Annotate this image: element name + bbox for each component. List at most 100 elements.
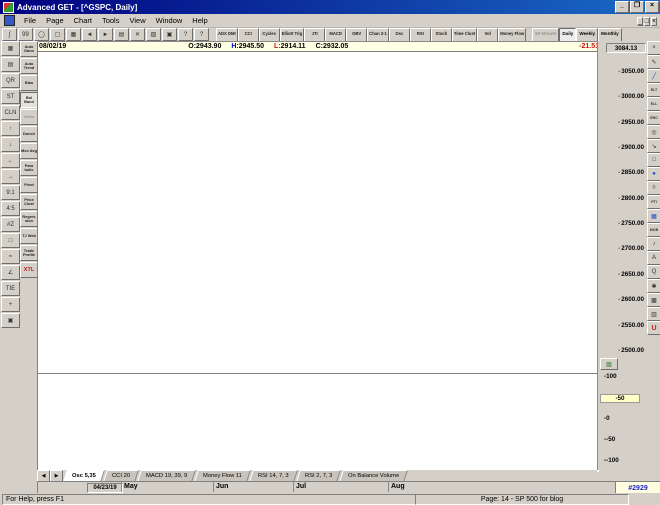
left-study-para-bolic[interactable]: Para bolic — [20, 160, 38, 176]
study-button-rsi[interactable]: RSI — [409, 27, 431, 42]
period-button-monthly[interactable]: Monthly — [598, 27, 622, 42]
left-study-tj-web[interactable]: TJ Web — [20, 228, 38, 244]
left-study-regres-sion[interactable]: Regres sion — [20, 211, 38, 227]
arrow-tool-icon[interactable]: ↘ — [647, 139, 660, 153]
study-button-osc[interactable]: Osc — [388, 27, 410, 42]
left-tool-clear-tool[interactable]: CLN — [1, 105, 20, 120]
mob-ellipse-icon[interactable]: ● — [647, 167, 660, 181]
oscillator-panel[interactable] — [37, 373, 599, 472]
menu-window[interactable]: Window — [151, 16, 188, 25]
left-study-donch[interactable]: Donch — [20, 126, 38, 142]
left-tool-gann-tool[interactable]: ∠ — [1, 265, 20, 280]
study-button-jti[interactable]: JTI — [304, 27, 326, 42]
menu-chart[interactable]: Chart — [69, 16, 97, 25]
mob-button[interactable]: MOB — [647, 223, 660, 237]
link-tool-icon[interactable]: ʃ — [2, 28, 17, 41]
grid-icon[interactable]: ▩ — [647, 293, 660, 307]
study-button-adx-dmi[interactable]: ADX DMI — [216, 27, 238, 42]
back-icon[interactable]: ◄ — [82, 28, 97, 41]
zoom-icon[interactable]: ◯ — [34, 28, 49, 41]
period-button-60-minute[interactable]: 60 Minute — [532, 27, 560, 42]
open-icon[interactable]: ▦ — [66, 28, 81, 41]
left-tool-open-chart[interactable]: ▦ — [1, 41, 20, 56]
left-tool-quick-reset[interactable]: QR — [1, 73, 20, 88]
context-help-icon[interactable]: ? — [194, 28, 209, 41]
study-button-cycles[interactable]: Cycles — [258, 27, 280, 42]
period-button-daily[interactable]: Daily — [559, 27, 577, 42]
main-chart-panel[interactable] — [37, 51, 599, 375]
study-button-chan-3-1[interactable]: Chan 3-1 — [367, 27, 389, 42]
regression-channel-button[interactable]: ERC — [647, 111, 660, 125]
circle-tool-icon[interactable]: ◎ — [647, 125, 660, 139]
study-button-money-flow[interactable]: Money Flow — [498, 27, 527, 42]
study-button-time-clust[interactable]: Time Clust — [451, 27, 478, 42]
left-tool-scroll-left[interactable]: ← — [1, 153, 20, 168]
text-tool-icon[interactable]: A — [647, 251, 660, 265]
delete-icon[interactable]: ✕ — [130, 28, 145, 41]
study-button-obv[interactable]: OBV — [346, 27, 368, 42]
copy-page-icon[interactable]: ▤ — [114, 28, 129, 41]
left-study-xtl[interactable]: XTL — [20, 262, 38, 278]
ellipse-button[interactable]: ELL — [647, 97, 660, 111]
rectangle-tool-icon[interactable]: □ — [647, 153, 660, 167]
child-minimize-button[interactable]: _ — [636, 16, 643, 26]
left-tool-add-tool[interactable]: + — [1, 297, 20, 312]
left-study-mov-avg[interactable]: Mov Avg — [20, 143, 38, 159]
study-button-vol[interactable]: Vol — [477, 27, 499, 42]
period-button-weekly[interactable]: Weekly — [576, 27, 599, 42]
print-icon[interactable]: ▣ — [162, 28, 177, 41]
study-button-cci[interactable]: CCI — [237, 27, 259, 42]
left-study-auto-gann[interactable]: Auto Gann — [20, 41, 38, 57]
copy-icon[interactable]: ▥ — [647, 307, 660, 321]
close-button[interactable]: × — [645, 1, 659, 13]
alert-icon[interactable]: ♪ — [647, 237, 660, 251]
left-tool-ratio-9-1[interactable]: 9:1 — [1, 185, 20, 200]
study-button-stoch[interactable]: Stoch — [430, 27, 452, 42]
left-tool-templates[interactable]: ▤ — [1, 57, 20, 72]
forward-icon[interactable]: ► — [98, 28, 113, 41]
left-study-bol-band[interactable]: Bol Band — [20, 92, 38, 108]
axis-chart-button[interactable]: ▨ — [600, 358, 618, 370]
undo-button[interactable]: U — [647, 321, 660, 335]
left-tool-scroll-down[interactable]: ↓ — [1, 137, 20, 152]
zoom-tool-icon[interactable]: Q — [647, 265, 660, 279]
about-icon[interactable]: ? — [178, 28, 193, 41]
menu-file[interactable]: File — [19, 16, 41, 25]
menu-tools[interactable]: Tools — [97, 16, 125, 25]
child-close-button[interactable]: × — [650, 16, 657, 26]
left-study-bias[interactable]: Bias — [20, 75, 38, 91]
study-button-macd[interactable]: MACD — [325, 27, 347, 42]
left-tool-study-tool[interactable]: ST — [1, 89, 20, 104]
eraser-icon[interactable]: ◊ — [647, 181, 660, 195]
left-tool-pound-tool[interactable]: #Z — [1, 217, 20, 232]
left-study-pivot[interactable]: Pivot — [20, 177, 38, 193]
menu-view[interactable]: View — [124, 16, 150, 25]
menu-page[interactable]: Page — [41, 16, 69, 25]
quote-icon[interactable]: 99 — [18, 28, 33, 41]
left-tool-print-chart[interactable]: ▣ — [1, 313, 20, 328]
left-study-price-clust[interactable]: Price Clust — [20, 194, 38, 210]
new-page-icon[interactable]: ▢ — [50, 28, 65, 41]
left-study-trade-profile[interactable]: Trade Profile — [20, 245, 38, 261]
child-restore-button[interactable]: □ — [643, 16, 650, 26]
left-study-auto-trend[interactable]: Auto Trend — [20, 58, 38, 74]
study-button-elliott-trig[interactable]: Elliott Trig — [279, 27, 305, 42]
left-tool-scroll-up[interactable]: ↑ — [1, 121, 20, 136]
pencil-icon[interactable]: ✎ — [647, 55, 660, 69]
menu-help[interactable]: Help — [187, 16, 212, 25]
left-tool-ratio-4-5[interactable]: 4:5 — [1, 201, 20, 216]
left-study-delta[interactable]: Delta — [20, 109, 38, 125]
pti-button[interactable]: PTI — [647, 195, 660, 209]
elliott-trigger-button[interactable]: ELT — [647, 83, 660, 97]
left-tool-tie-tool[interactable]: TIE — [1, 281, 20, 296]
maximize-button[interactable]: ❐ — [630, 1, 644, 13]
minimize-button[interactable]: _ — [615, 1, 629, 13]
left-tool-lines-tool[interactable]: ≈ — [1, 249, 20, 264]
pointer-tool-icon[interactable]: × — [647, 41, 660, 55]
price-axis[interactable]: 3084.13 -3050.00 -3000.00 -2950.00 -2900.00… — [597, 41, 648, 373]
trendlines-icon[interactable]: ╱ — [647, 69, 660, 83]
paint-icon[interactable]: ✱ — [647, 279, 660, 293]
gann-grid-icon[interactable]: ▦ — [647, 209, 660, 223]
left-tool-scroll-right[interactable]: → — [1, 169, 20, 184]
insert-chart-icon[interactable]: ▨ — [146, 28, 161, 41]
